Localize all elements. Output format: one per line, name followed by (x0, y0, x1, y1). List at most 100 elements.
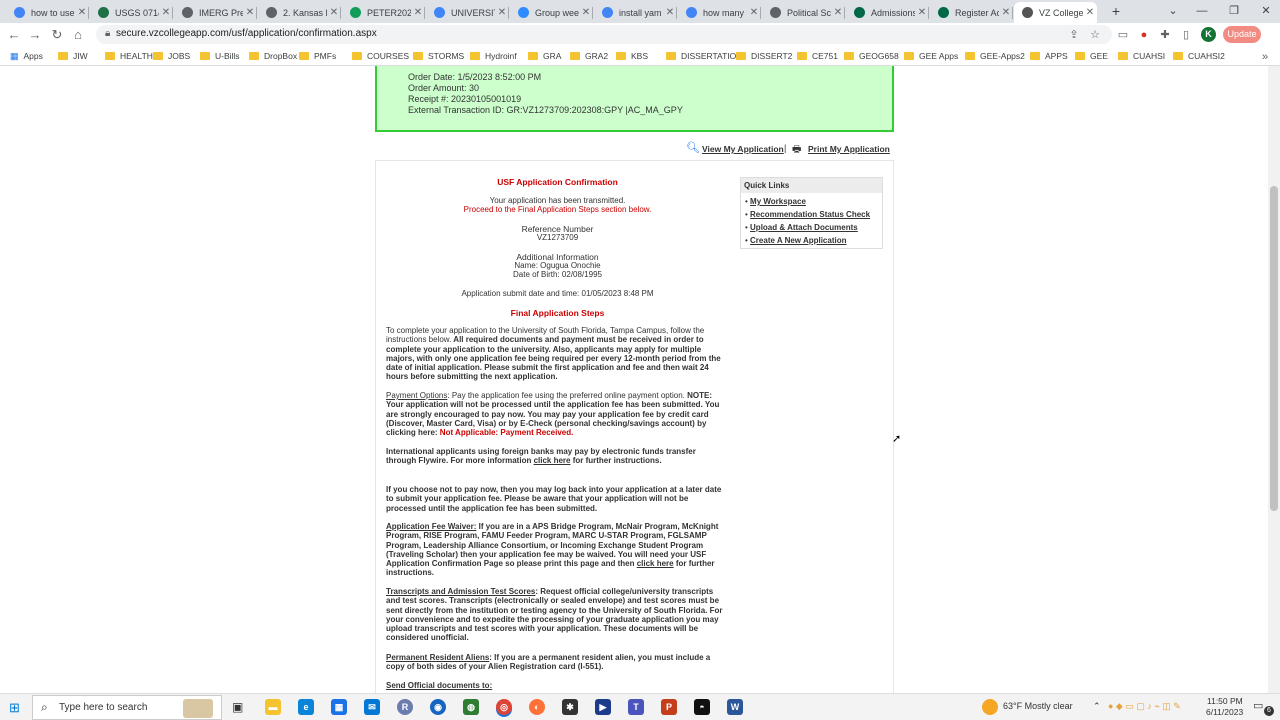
tab-close-icon[interactable]: ✕ (159, 7, 173, 18)
settings-gear-app-icon[interactable]: ✱ (562, 699, 578, 715)
bookmark-item[interactable]: JOBS (153, 49, 190, 63)
weather-text[interactable]: 63°F Mostly clear (1003, 701, 1073, 711)
print-my-application-link[interactable]: Print My Application (808, 144, 890, 154)
bookmark-item[interactable]: STORMS (413, 49, 464, 63)
restore-icon[interactable]: ❐ (1218, 2, 1250, 20)
browser-tab[interactable]: 2. Kansas D✕ (258, 2, 341, 23)
browser-tab[interactable]: install yam ✕ (594, 2, 677, 23)
quick-link-my-workspace[interactable]: My Workspace (750, 197, 806, 206)
bookmark-item[interactable]: KBS (616, 49, 648, 63)
tab-close-icon[interactable]: ✕ (999, 7, 1013, 18)
windows-start-icon[interactable]: ⊞ (9, 700, 20, 716)
quick-link-item[interactable]: • Create A New Application (745, 236, 847, 245)
bookmark-item[interactable]: ▦ Apps (10, 49, 43, 63)
flywire-click-here-link[interactable]: click here (534, 456, 571, 465)
extension-record-icon[interactable]: ● (1137, 28, 1151, 42)
bookmark-item[interactable]: DISSERTATION (666, 49, 742, 63)
taskbar-search-box[interactable]: ⌕ Type here to search (32, 695, 222, 720)
bookmarks-overflow-icon[interactable]: » (1258, 50, 1272, 64)
globe-app-icon[interactable]: ◍ (463, 699, 479, 715)
task-view-icon[interactable]: ▣ (232, 700, 243, 714)
bookmark-item[interactable]: U-Bills (200, 49, 240, 63)
reload-icon[interactable]: ↻ (48, 26, 66, 44)
back-icon[interactable]: ← (5, 26, 23, 44)
bookmark-item[interactable]: CUAHSI2 (1173, 49, 1225, 63)
scrollbar-thumb[interactable] (1270, 186, 1278, 511)
tab-close-icon[interactable]: ✕ (663, 7, 677, 18)
r-app-icon[interactable]: R (397, 699, 413, 715)
teams-icon[interactable]: T (628, 699, 644, 715)
edge-icon[interactable]: e (298, 699, 314, 715)
side-panel-icon[interactable]: ▯ (1179, 28, 1193, 42)
github-icon[interactable]: ◓ (694, 699, 710, 715)
browser-tab[interactable]: VZ College ✕ (1014, 2, 1097, 23)
address-bar[interactable]: 🔒︎ secure.vzcollegeapp.com/usf/applicati… (96, 25, 1112, 44)
clock-time[interactable]: 11:50 PM (1207, 696, 1243, 706)
mail-icon[interactable]: ✉ (364, 699, 380, 715)
home-icon[interactable]: ⌂ (69, 26, 87, 44)
page-scrollbar[interactable] (1268, 66, 1280, 693)
bookmark-item[interactable]: JIW (58, 49, 88, 63)
tab-close-icon[interactable]: ✕ (495, 7, 509, 18)
quick-link-new-application[interactable]: Create A New Application (750, 236, 846, 245)
share-icon[interactable]: ⇪ (1067, 28, 1081, 42)
update-button[interactable]: Update ⋮ (1223, 26, 1261, 56)
tab-close-icon[interactable]: ✕ (1083, 7, 1097, 18)
tab-close-icon[interactable]: ✕ (327, 7, 341, 18)
tab-close-icon[interactable]: ✕ (579, 7, 593, 18)
bookmark-item[interactable]: PMFs (299, 49, 336, 63)
tab-close-icon[interactable]: ✕ (75, 7, 89, 18)
bookmark-item[interactable]: DropBox (249, 49, 297, 63)
forward-icon[interactable]: → (26, 26, 44, 44)
view-my-application-link[interactable]: View My Application (702, 144, 784, 154)
quick-link-recommendation-status[interactable]: Recommendation Status Check (750, 210, 870, 219)
tab-close-icon[interactable]: ✕ (747, 7, 761, 18)
bookmark-item[interactable]: Hydroinf (470, 49, 517, 63)
tab-close-icon[interactable]: ✕ (915, 7, 929, 18)
tray-expand-icon[interactable]: ⌃ (1093, 701, 1101, 712)
quick-link-item[interactable]: • Upload & Attach Documents (745, 223, 858, 232)
bookmark-item[interactable]: APPS (1030, 49, 1068, 63)
profile-avatar[interactable]: K (1201, 27, 1216, 42)
clock-date[interactable]: 6/11/2023 (1206, 707, 1243, 717)
browser-tab[interactable]: how many ✕ (678, 2, 761, 23)
fee-waiver-click-here-link[interactable]: click here (637, 559, 674, 568)
terminal-app-icon[interactable]: ▶ (595, 699, 611, 715)
store-icon[interactable]: ▦ (331, 699, 347, 715)
quick-link-item[interactable]: • My Workspace (745, 197, 806, 206)
notifications-icon[interactable]: ▭ (1253, 699, 1263, 712)
bookmark-star-icon[interactable]: ☆ (1088, 28, 1102, 42)
bookmark-item[interactable]: GEE (1075, 49, 1108, 63)
browser-tab[interactable]: UNIVERSIT ✕ (426, 2, 509, 23)
window-close-icon[interactable]: ✕ (1250, 2, 1280, 20)
bookmark-item[interactable]: HEALTH (105, 49, 153, 63)
bookmark-item[interactable]: GRA (528, 49, 561, 63)
bookmark-item[interactable]: CUAHSI (1118, 49, 1165, 63)
quick-link-item[interactable]: • Recommendation Status Check (745, 210, 870, 219)
minimize-icon[interactable]: — (1186, 2, 1218, 20)
bookmark-item[interactable]: CE751 (797, 49, 838, 63)
bookmark-item[interactable]: GRA2 (570, 49, 608, 63)
bookmark-item[interactable]: DISSERT2 (736, 49, 792, 63)
chrome-icon[interactable]: ◎ (496, 699, 512, 715)
bookmark-item[interactable]: GEE Apps (904, 49, 958, 63)
firefox-icon[interactable]: ◐ (529, 699, 545, 715)
browser-tab[interactable]: PETER2023✕ (342, 2, 425, 23)
extension-doc-icon[interactable]: ▭ (1116, 28, 1130, 42)
tray-app-icons[interactable]: ● ◆ ▭ ▢ ♪ ⌁ ◫ ✎ (1108, 701, 1181, 712)
word-icon[interactable]: W (727, 699, 743, 715)
new-tab-icon[interactable]: + (1100, 2, 1132, 20)
bookmark-item[interactable]: GEOG658 (844, 49, 899, 63)
browser-tab[interactable]: how to use ✕ (6, 2, 89, 23)
bookmark-item[interactable]: GEE-Apps2 (965, 49, 1025, 63)
browser-tab[interactable]: IMERG Prec✕ (174, 2, 257, 23)
extensions-puzzle-icon[interactable]: ✚ (1158, 28, 1172, 42)
bookmark-item[interactable]: COURSES (352, 49, 409, 63)
tab-close-icon[interactable]: ✕ (831, 7, 845, 18)
quick-link-upload-documents[interactable]: Upload & Attach Documents (750, 223, 858, 232)
file-explorer-icon[interactable]: ▬ (265, 699, 281, 715)
browser-tab[interactable]: Political Sc ✕ (762, 2, 845, 23)
tab-close-icon[interactable]: ✕ (243, 7, 257, 18)
powerpoint-icon[interactable]: P (661, 699, 677, 715)
browser-tab[interactable]: Admissions ✕ (846, 2, 929, 23)
